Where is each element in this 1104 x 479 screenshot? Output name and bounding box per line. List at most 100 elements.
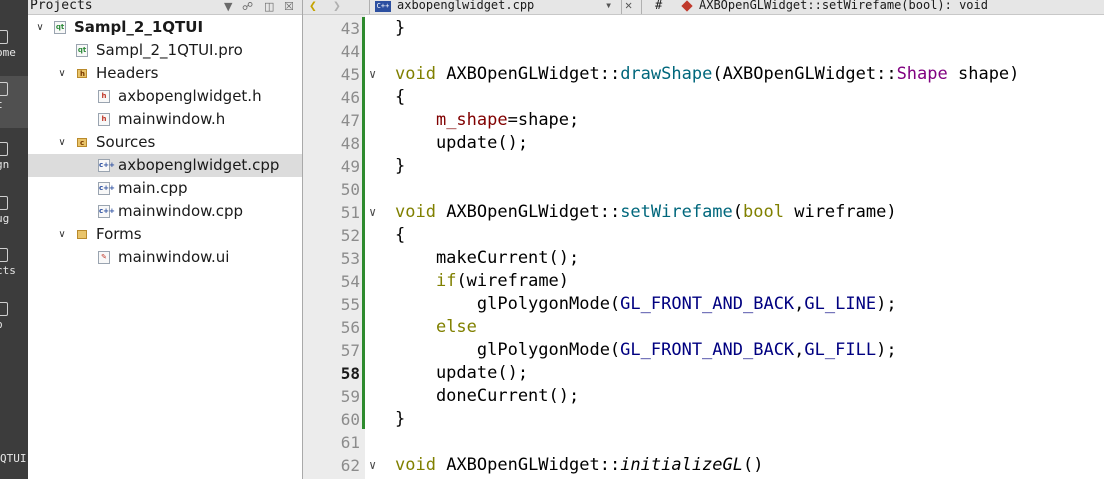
toolbar-divider [621, 0, 622, 14]
code-token: GL_FRONT_AND_BACK [620, 294, 795, 314]
code-line[interactable]: 57 glPolygonMode(GL_FRONT_AND_BACK,GL_FI… [303, 339, 1104, 362]
tree-item[interactable]: c++ main.cpp [28, 177, 302, 200]
code-line[interactable]: 53 makeCurrent(); [303, 247, 1104, 270]
filter-icon[interactable]: ▼ [224, 0, 232, 13]
code-line[interactable]: 47 m_shape=shape; [303, 109, 1104, 132]
line-number: 57 [340, 341, 360, 360]
file-dropdown-icon[interactable]: ▾ [605, 0, 612, 12]
code-line[interactable]: 60} [303, 408, 1104, 431]
code-token: ); [876, 340, 897, 360]
fold-marker-icon[interactable]: ∨ [369, 201, 376, 224]
line-number: 52 [340, 226, 360, 245]
expand-arrow-icon[interactable]: ∨ [56, 131, 68, 154]
mode-item-label: cts [0, 264, 16, 277]
code-line[interactable]: 51 ∨ void AXBOpenGLWidget::setWirefame(boo… [303, 201, 1104, 224]
code-text: { [395, 224, 405, 247]
header-file-icon: h [98, 113, 110, 126]
code-line[interactable]: 56 else [303, 316, 1104, 339]
code-token: void [395, 64, 436, 84]
tree-item[interactable]: h axbopenglwidget.h [28, 85, 302, 108]
mode-item[interactable]: ome [0, 24, 28, 76]
tree-item[interactable]: ∨ h Headers [28, 62, 302, 85]
symbol-selector[interactable]: AXBOpenGLWidget::setWirefame(bool): void [699, 0, 988, 12]
code-line[interactable]: 48 update(); [303, 132, 1104, 155]
project-toolbar: Projects ▼ ☍ ◫ ☒ [28, 0, 302, 15]
tree-item-label: main.cpp [118, 179, 188, 197]
fold-marker-icon[interactable]: ∨ [369, 454, 376, 477]
code-text: } [395, 408, 405, 431]
line-number: 43 [340, 19, 360, 38]
code-line[interactable]: 49} [303, 155, 1104, 178]
tree-item[interactable]: ∨ c Sources [28, 131, 302, 154]
mode-item[interactable]: p [0, 296, 28, 348]
tree-item[interactable]: ∨ Forms [28, 223, 302, 246]
mode-icon [0, 30, 8, 44]
tree-item-label: Forms [96, 225, 142, 243]
tree-item[interactable]: c++ axbopenglwidget.cpp [28, 154, 302, 177]
code-token: =shape; [507, 110, 580, 130]
code-line[interactable]: 52 { [303, 224, 1104, 247]
split-icon[interactable]: ◫ [264, 0, 274, 13]
cpp-file-icon: c++ [98, 205, 115, 218]
mode-item-label: ug [0, 212, 10, 225]
code-line[interactable]: 50 [303, 178, 1104, 201]
code-line[interactable]: 59 doneCurrent(); [303, 385, 1104, 408]
code-token: ); [876, 294, 897, 314]
mode-icon [0, 302, 8, 316]
open-file-selector[interactable]: axbopenglwidget.cpp [397, 0, 534, 12]
tree-item[interactable]: c++ mainwindow.cpp [28, 200, 302, 223]
line-number: 54 [340, 272, 360, 291]
close-icon[interactable]: ☒ [284, 0, 294, 13]
symbol-hash[interactable]: # [655, 0, 662, 12]
code-token: GL_FRONT_AND_BACK [620, 340, 795, 360]
code-token: AXBOpenGLWidget:: [722, 64, 897, 84]
code-text: { [395, 86, 405, 109]
code-line[interactable]: 44 [303, 40, 1104, 63]
forward-icon[interactable]: ❯ [333, 0, 341, 14]
back-icon[interactable]: ❮ [309, 0, 317, 14]
code-line[interactable]: 43} [303, 17, 1104, 40]
mode-item[interactable]: gn [0, 136, 28, 188]
tree-item-label: mainwindow.ui [118, 248, 230, 266]
code-line[interactable]: 55 glPolygonMode(GL_FRONT_AND_BACK,GL_LI… [303, 293, 1104, 316]
code-text: update(); [395, 132, 528, 155]
code-line[interactable]: 62 ∨ void AXBOpenGLWidget::initializeGL() [303, 454, 1104, 477]
line-number: 50 [340, 180, 360, 199]
project-panel-title[interactable]: Projects [30, 0, 93, 13]
form-file-icon: ✎ [98, 251, 110, 264]
fold-marker-icon[interactable]: ∨ [369, 63, 376, 86]
code-editor[interactable]: 43} 44 45 ∨ void AXBOpenGLWidget::drawShape(… [303, 15, 1104, 479]
line-number: 55 [340, 295, 360, 314]
mode-item[interactable]: cts [0, 242, 28, 294]
code-line[interactable]: 58 update(); [303, 362, 1104, 385]
code-text: void AXBOpenGLWidget::setWirefame(bool w… [395, 201, 897, 224]
tree-item[interactable]: ✎ mainwindow.ui [28, 246, 302, 269]
mode-item[interactable]: ug [0, 190, 28, 242]
code-text: void AXBOpenGLWidget::initializeGL() [395, 454, 764, 477]
expand-arrow-icon[interactable]: ∨ [56, 223, 68, 246]
close-file-icon[interactable]: ✕ [625, 0, 632, 12]
code-text: void AXBOpenGLWidget::drawShape(AXBOpenG… [395, 63, 1019, 86]
tree-item-label: mainwindow.h [118, 110, 226, 128]
mode-item[interactable]: t [0, 76, 28, 128]
code-token: makeCurrent(); [395, 248, 580, 268]
project-panel: Projects ▼ ☍ ◫ ☒ ∨ qt Sampl_2_1QTUI qt Sampl… [28, 0, 303, 479]
tree-item[interactable]: h mainwindow.h [28, 108, 302, 131]
expand-arrow-icon[interactable]: ∨ [34, 16, 46, 39]
code-token: update(); [395, 133, 529, 153]
tree-item[interactable]: qt Sampl_2_1QTUI.pro [28, 39, 302, 62]
code-line[interactable]: 46 { [303, 86, 1104, 109]
expand-arrow-icon[interactable]: ∨ [56, 62, 68, 85]
mode-item-label: p [0, 318, 3, 331]
code-line[interactable]: 61 [303, 431, 1104, 454]
code-token: setWirefame [620, 202, 733, 222]
code-line[interactable]: 54 if(wireframe) [303, 270, 1104, 293]
code-token: bool [743, 202, 784, 222]
code-token: doneCurrent(); [395, 386, 580, 406]
code-line[interactable]: 45 ∨ void AXBOpenGLWidget::drawShape(AXBOp… [303, 63, 1104, 86]
mode-project-label[interactable]: QTUI [0, 452, 27, 465]
tree-item[interactable]: ∨ qt Sampl_2_1QTUI [28, 16, 302, 39]
code-text: makeCurrent(); [395, 247, 579, 270]
link-icon[interactable]: ☍ [242, 0, 253, 13]
